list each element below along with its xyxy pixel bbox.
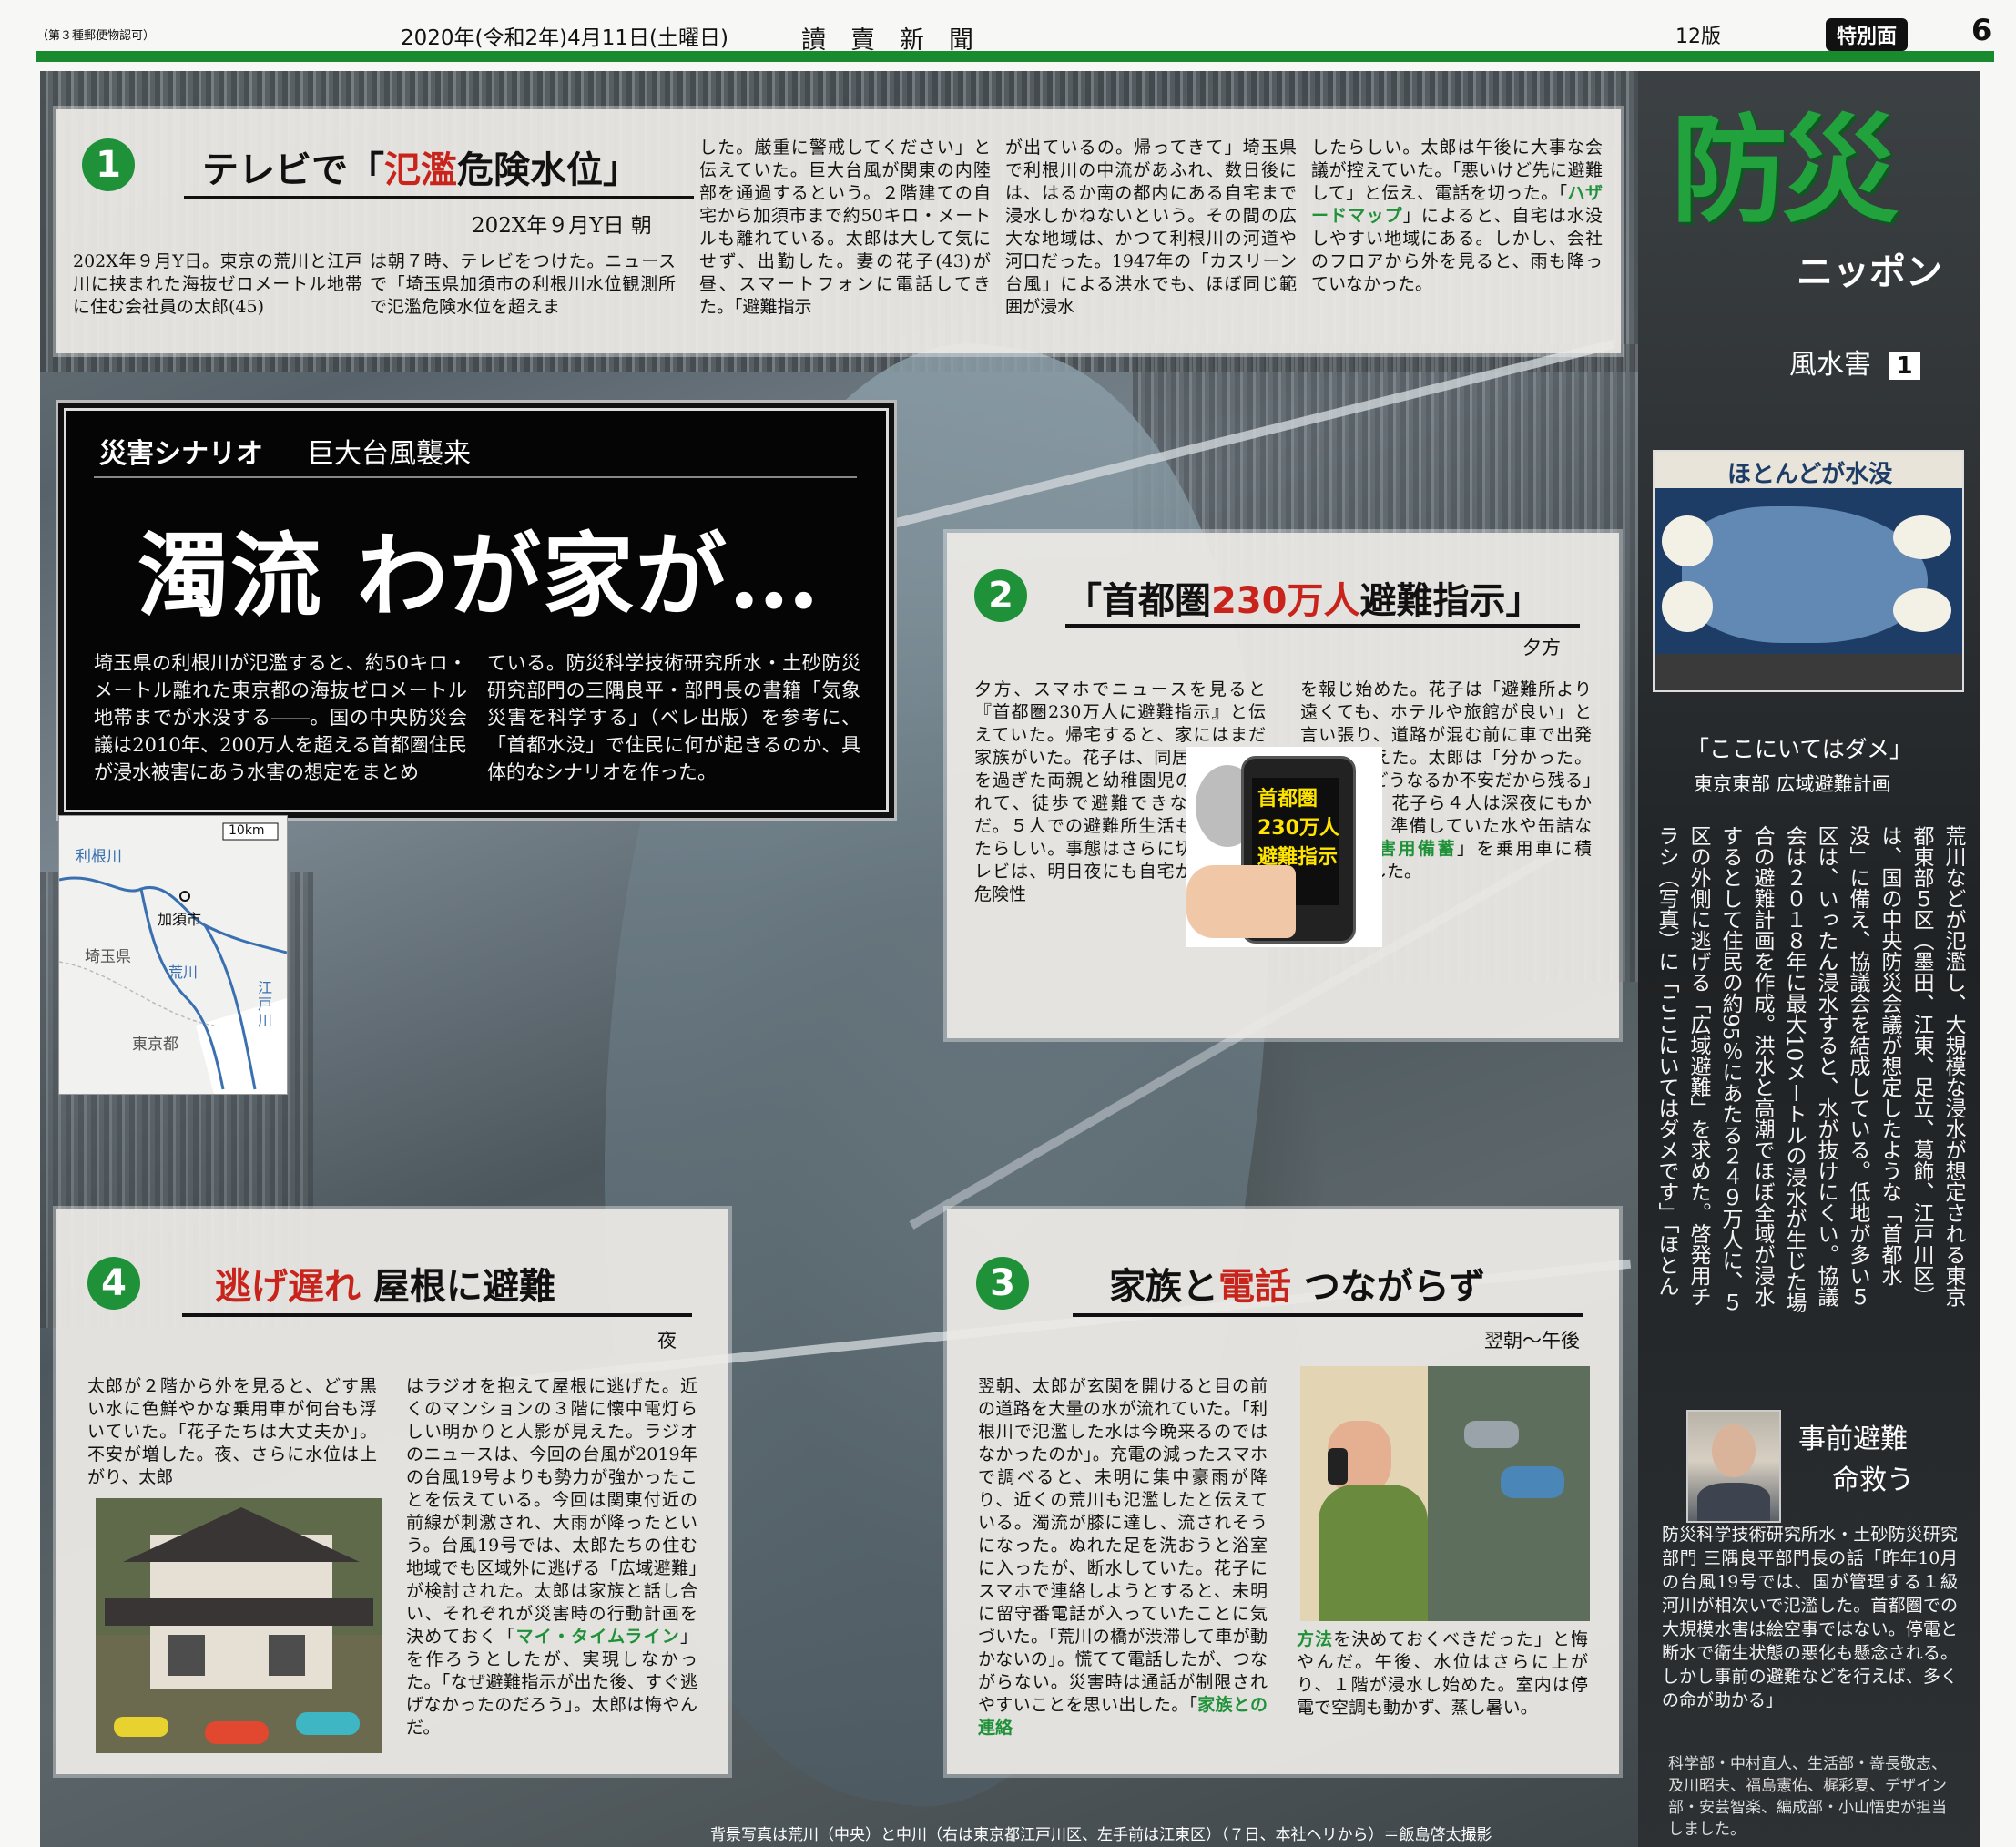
- flyer-caption: 「ここにいてはダメ」: [1686, 736, 1913, 762]
- headline-highlight: 氾濫: [384, 149, 457, 191]
- kicker-rule: [94, 476, 857, 478]
- expert-head-2: 命救う: [1832, 1464, 1914, 1496]
- map-label-tokyo: 東京都: [132, 1036, 178, 1054]
- section-3-time: 翌朝～午後: [1484, 1330, 1580, 1352]
- map-label-arakawa: 荒川: [168, 964, 199, 981]
- headline-highlight: 逃げ遅れ: [215, 1266, 361, 1308]
- headline-part: 危険水位」: [457, 149, 639, 191]
- edition: 12版: [1675, 26, 1721, 48]
- postal-permit: （第３種郵便物認可）: [36, 29, 156, 43]
- map-scale: 10km: [229, 823, 265, 838]
- map-label-saitama: 埼玉県: [85, 948, 131, 966]
- section-2-time: 夕方: [1522, 637, 1561, 658]
- sidebar-article: 荒川などが氾濫し、大規模な浸水が想定される東京都東部５区（墨田、江東、足立、葛飾…: [1655, 825, 1965, 1313]
- headline-rule: [1073, 1313, 1583, 1317]
- section-1: 1 テレビで「氾濫危険水位」 202X年９月Y日 朝 202X年９月Y日。東京の…: [56, 109, 1621, 353]
- series-topic: 風水害 1: [1789, 342, 1920, 382]
- section-3-col-1: 翌朝、太郎が玄関を開けると目の前の道路を大量の水が流れていた。「利根川で氾濫した…: [978, 1375, 1268, 1740]
- lead-panel: 災害シナリオ 巨大台風襲来 濁流 わが家が… 埼玉県の利根川が氾濫すると、約50…: [64, 408, 889, 812]
- expert-head-1: 事前避難: [1798, 1424, 1908, 1455]
- section-4-col-1: 太郎が２階から外を見ると、どす黒い水に色鮮やかな乗用車が何台も浮いていた。「花子…: [87, 1376, 377, 1487]
- staff-credits: 科学部・中村直人、生活部・嵜長敬志、及川昭夫、福島憲佑、梶彩夏、デザイン部・安芸…: [1668, 1755, 1947, 1839]
- headline-part: 屋根に避難: [361, 1266, 555, 1308]
- page-number: 6: [1971, 13, 1992, 47]
- section-number-1: 1: [82, 138, 135, 191]
- headline-rule: [1065, 624, 1580, 628]
- series-logo: 防災 ニッポン: [1671, 103, 1942, 294]
- section-number-3: 3: [976, 1257, 1029, 1310]
- phone-illustration: 首都圏 230万人 避難指示: [1186, 747, 1382, 947]
- location-map: 10km 利根川 加須市 埼玉県 荒川 江戸川 東京都: [58, 815, 288, 1095]
- expert-photo: [1686, 1410, 1781, 1523]
- flood-illustration: [96, 1498, 382, 1753]
- section-3-headline: 家族と電話 つながらず: [1109, 1257, 1485, 1310]
- map-label-kazo: 加須市: [158, 911, 202, 928]
- flyer-source: 東京東部 広域避難計画: [1694, 773, 1891, 795]
- headline-part: 避難指示」: [1359, 580, 1543, 622]
- series-subtitle: ニッポン: [1797, 251, 1942, 293]
- map-label-edogawa: 江戸川: [258, 979, 273, 1029]
- text-run: 翌朝、太郎が玄関を開けると目の前の道路を大量の水が流れていた。「利根川で氾濫した…: [978, 1376, 1268, 1715]
- headline-part: 「首都圏: [1065, 580, 1211, 622]
- phone-screen-text: 首都圏 230万人 避難指示: [1257, 788, 1339, 869]
- section-3-col-2: 方法を決めておくべきだった」と悔やんだ。午後、水位はさらに上がり、１階が浸水し始…: [1297, 1628, 1588, 1719]
- section-number-2: 2: [974, 569, 1027, 622]
- flyer-title: ほとんどが水没: [1727, 461, 1893, 488]
- phone-call-illustration: [1300, 1366, 1590, 1621]
- headline-part: つながらず: [1291, 1266, 1486, 1308]
- section-1-col-2: は朝７時、テレビをつけた。ニュースで「埼玉県加須市の利根川水位観測所で氾濫危険水…: [370, 251, 676, 317]
- text-run: はラジオを抱えて屋根に逃げた。近くのマンションの３階に懐中電灯らしい明かりと人影…: [406, 1376, 697, 1647]
- topic-label: 風水害: [1789, 349, 1871, 381]
- section-1-col-4: が出ているの。帰ってきて」埼玉県で利根川の中流があふれ、数日後には、はるか南の都…: [1005, 138, 1297, 317]
- lead-kicker: 災害シナリオ: [99, 438, 263, 470]
- series-title: 防災: [1671, 103, 1899, 239]
- section-1-col-3: した。厳重に警戒してください」と伝えていた。巨大台風が関東の内陸部を通過するとい…: [699, 138, 991, 317]
- expert-comment: 防災科学技術研究所水・土砂防災研究部門 三隅良平部門長の話「昨年10月の台風19…: [1662, 1525, 1958, 1710]
- lead-kicker-2: 巨大台風襲来: [307, 438, 471, 470]
- headline-part: テレビで「: [202, 149, 384, 191]
- topic-number: 1: [1889, 352, 1920, 380]
- flyer-image: ほとんどが水没: [1653, 450, 1964, 692]
- lead-text-left: 埼玉県の利根川が氾濫すると、約50キロ・メートル離れた東京都の海抜ゼロメートル地…: [94, 652, 467, 783]
- photo-credit: 背景写真は荒川（中央）と中川（右は東京都江戸川区、左手前は江東区）（７日、本社ヘ…: [710, 1826, 1492, 1844]
- headline-rule: [182, 1313, 692, 1317]
- section-number-4: 4: [87, 1257, 140, 1310]
- headline-highlight: 電話: [1218, 1266, 1291, 1308]
- section-1-time: 202X年９月Y日 朝: [472, 214, 652, 238]
- section-4-headline: 逃げ遅れ 屋根に避難: [215, 1257, 555, 1310]
- text-run: したらしい。太郎は午後に大事な会議が控えていた。「悪いけど先に避難して」と伝え、…: [1311, 138, 1603, 203]
- highlight-term: マイ・タイムライン: [515, 1627, 680, 1647]
- masthead-rule: [36, 51, 1994, 62]
- lead-text-right: ている。防災科学技術研究所水・土砂防災研究部門の三隅良平・部門長の書籍「気象災害…: [487, 652, 860, 783]
- headline-highlight: 230万人: [1211, 580, 1360, 622]
- text-run: を決めておくべきだった」と悔やんだ。午後、水位はさらに上がり、１階が浸水し始めた…: [1297, 1629, 1588, 1718]
- section-2-headline: 「首都圏230万人避難指示」: [1065, 571, 1543, 624]
- section-1-col-5: したらしい。太郎は午後に大事な会議が控えていた。「悪いけど先に避難して」と伝え、…: [1311, 137, 1603, 296]
- headline-part: 家族と: [1109, 1266, 1218, 1308]
- highlight-term: 方法: [1297, 1629, 1334, 1649]
- masthead: （第３種郵便物認可） 2020年(令和2年)4月11日(土曜日) 讀 賣 新 聞…: [36, 13, 1994, 55]
- section-4-time: 夜: [657, 1330, 677, 1352]
- issue-date: 2020年(令和2年)4月11日(土曜日): [401, 26, 728, 50]
- section-badge: 特別面: [1826, 18, 1909, 51]
- section-1-headline: テレビで「氾濫危険水位」: [202, 140, 639, 193]
- main-headline: 濁流 わが家が…: [137, 522, 821, 629]
- section-4-col-2: はラジオを抱えて屋根に逃げた。近くのマンションの３階に懐中電灯らしい明かりと人影…: [406, 1375, 697, 1740]
- section-1-col-1: 202X年９月Y日。東京の荒川と江戸川に挟まれた海抜ゼロメートル地帯に住む会社員…: [73, 251, 362, 317]
- map-label-tone: 利根川: [76, 848, 122, 866]
- headline-rule: [184, 196, 694, 199]
